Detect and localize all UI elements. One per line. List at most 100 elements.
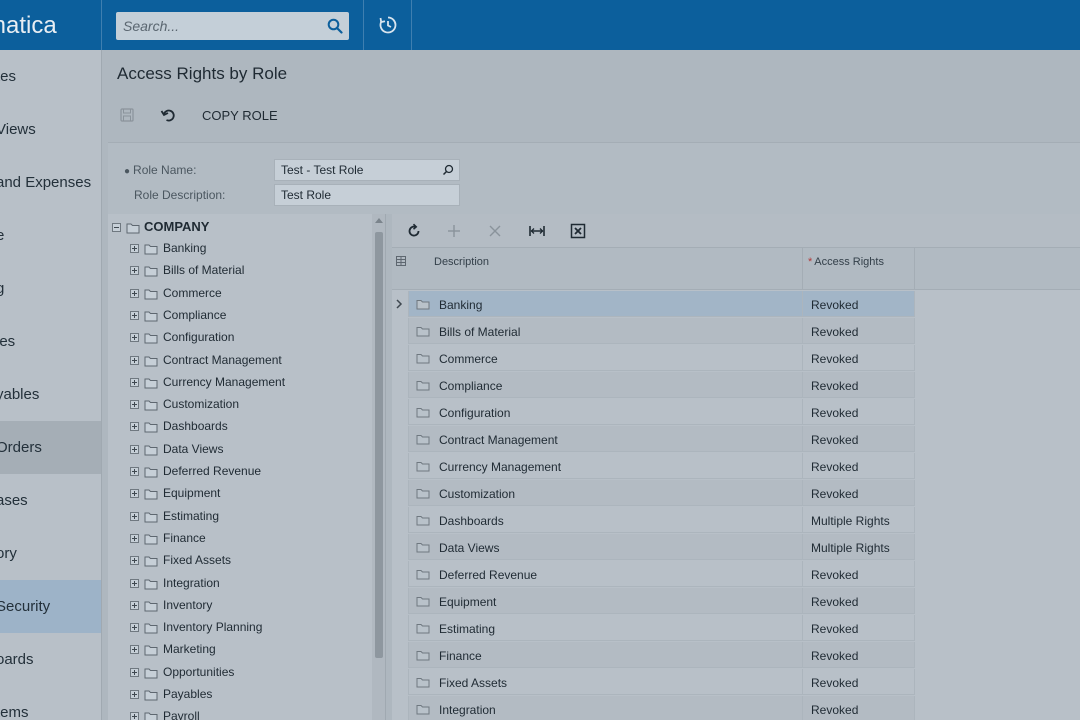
row-access-rights[interactable]: Revoked: [811, 433, 858, 447]
nav-item[interactable]: les: [0, 315, 101, 368]
expand-icon[interactable]: [130, 266, 139, 276]
row-access-rights[interactable]: Revoked: [811, 406, 858, 420]
row-access-rights[interactable]: Revoked: [811, 676, 858, 690]
nav-item[interactable]: ases: [0, 474, 101, 527]
export-excel-icon[interactable]: [570, 223, 586, 239]
table-row[interactable]: Customization Revoked: [392, 480, 1080, 507]
tree-node-label: Currency Management: [163, 374, 286, 389]
table-row[interactable]: Dashboards Multiple Rights: [392, 507, 1080, 534]
expand-icon[interactable]: [130, 310, 139, 320]
folder-icon: [416, 705, 430, 715]
nav-item[interactable]: e: [0, 209, 101, 262]
nav-item-label: ases: [0, 492, 28, 509]
row-access-rights[interactable]: Revoked: [811, 622, 858, 636]
lookup-icon[interactable]: [442, 164, 454, 176]
table-row[interactable]: Bills of Material Revoked: [392, 318, 1080, 345]
nav-item[interactable]: ory: [0, 527, 101, 580]
row-access-rights[interactable]: Revoked: [811, 568, 858, 582]
nav-item[interactable]: tes: [0, 50, 101, 103]
table-row[interactable]: Configuration Revoked: [392, 399, 1080, 426]
row-access-rights[interactable]: Revoked: [811, 325, 858, 339]
expand-icon[interactable]: [130, 667, 139, 677]
row-access-rights[interactable]: Revoked: [811, 487, 858, 501]
brand-logo-text: matica: [0, 12, 57, 39]
nav-item-orders[interactable]: Orders: [0, 421, 101, 474]
expand-icon[interactable]: [130, 600, 139, 610]
expand-icon[interactable]: [130, 712, 139, 720]
role-name-input[interactable]: [275, 160, 459, 180]
cell-divider: [914, 669, 915, 695]
nav-item[interactable]: and Expenses: [0, 156, 101, 209]
table-row[interactable]: Integration Revoked: [392, 696, 1080, 720]
row-access-rights[interactable]: Revoked: [811, 352, 858, 366]
table-row[interactable]: Banking Revoked: [392, 291, 1080, 318]
row-access-rights[interactable]: Revoked: [811, 379, 858, 393]
row-divider: [408, 291, 409, 317]
table-row[interactable]: Estimating Revoked: [392, 615, 1080, 642]
expand-icon[interactable]: [130, 444, 139, 454]
expand-icon[interactable]: [130, 355, 139, 365]
expand-icon[interactable]: [130, 422, 139, 432]
fit-columns-icon[interactable]: [528, 223, 546, 239]
copy-role-button[interactable]: COPY ROLE: [202, 108, 278, 123]
folder-icon: [144, 579, 158, 589]
row-access-rights[interactable]: Multiple Rights: [811, 541, 890, 555]
folder-icon: [144, 534, 158, 545]
brand-cell[interactable]: matica: [0, 0, 102, 50]
table-row[interactable]: Finance Revoked: [392, 642, 1080, 669]
expand-icon[interactable]: [130, 333, 139, 343]
folder-icon: [144, 556, 158, 567]
add-icon[interactable]: [446, 223, 462, 239]
history-button[interactable]: [364, 0, 412, 50]
table-row[interactable]: Contract Management Revoked: [392, 426, 1080, 453]
nav-item[interactable]: Views: [0, 103, 101, 156]
row-access-rights[interactable]: Revoked: [811, 649, 858, 663]
nav-item[interactable]: tems: [0, 686, 101, 720]
expand-icon[interactable]: [130, 288, 139, 298]
expand-icon[interactable]: [130, 645, 139, 655]
expand-icon[interactable]: [130, 511, 139, 521]
nav-item[interactable]: g: [0, 262, 101, 315]
table-row[interactable]: Equipment Revoked: [392, 588, 1080, 615]
expand-icon[interactable]: [130, 690, 139, 699]
table-row[interactable]: Data Views Multiple Rights: [392, 534, 1080, 561]
search-icon[interactable]: [327, 18, 343, 34]
expand-icon[interactable]: [130, 556, 139, 566]
role-description-input[interactable]: [275, 185, 459, 205]
search-input[interactable]: [116, 12, 321, 40]
nav-item-security[interactable]: Security: [0, 580, 101, 633]
nav-item[interactable]: oards: [0, 633, 101, 686]
tree-scrollbar[interactable]: [372, 214, 385, 720]
undo-icon[interactable]: [160, 107, 176, 123]
expand-icon[interactable]: [130, 489, 139, 499]
scroll-up-icon[interactable]: [375, 218, 383, 223]
expand-icon[interactable]: [130, 377, 139, 387]
collapse-icon[interactable]: [112, 223, 121, 232]
row-divider: [408, 696, 409, 720]
table-row[interactable]: Compliance Revoked: [392, 372, 1080, 399]
row-access-rights[interactable]: Revoked: [811, 460, 858, 474]
table-row[interactable]: Fixed Assets Revoked: [392, 669, 1080, 696]
expand-icon[interactable]: [130, 623, 139, 633]
column-settings-icon[interactable]: [396, 256, 406, 266]
refresh-icon[interactable]: [406, 223, 422, 239]
table-row[interactable]: Commerce Revoked: [392, 345, 1080, 372]
expand-icon[interactable]: [130, 400, 139, 410]
row-access-rights[interactable]: Revoked: [811, 703, 858, 717]
column-header-description[interactable]: Description: [434, 256, 489, 268]
nav-item[interactable]: yables: [0, 368, 101, 421]
table-row[interactable]: Deferred Revenue Revoked: [392, 561, 1080, 588]
row-access-rights[interactable]: Revoked: [811, 595, 858, 609]
folder-icon: [144, 333, 158, 344]
expand-icon[interactable]: [130, 533, 139, 543]
expand-icon[interactable]: [130, 578, 139, 588]
expand-icon[interactable]: [130, 467, 139, 476]
row-access-rights[interactable]: Revoked: [811, 298, 858, 312]
column-header-access-rights[interactable]: * Access Rights: [808, 256, 884, 268]
table-row[interactable]: Currency Management Revoked: [392, 453, 1080, 480]
delete-icon[interactable]: [487, 223, 503, 239]
row-access-rights[interactable]: Multiple Rights: [811, 514, 890, 528]
expand-icon[interactable]: [130, 244, 139, 253]
scroll-thumb[interactable]: [375, 232, 383, 658]
save-icon[interactable]: [120, 108, 134, 122]
